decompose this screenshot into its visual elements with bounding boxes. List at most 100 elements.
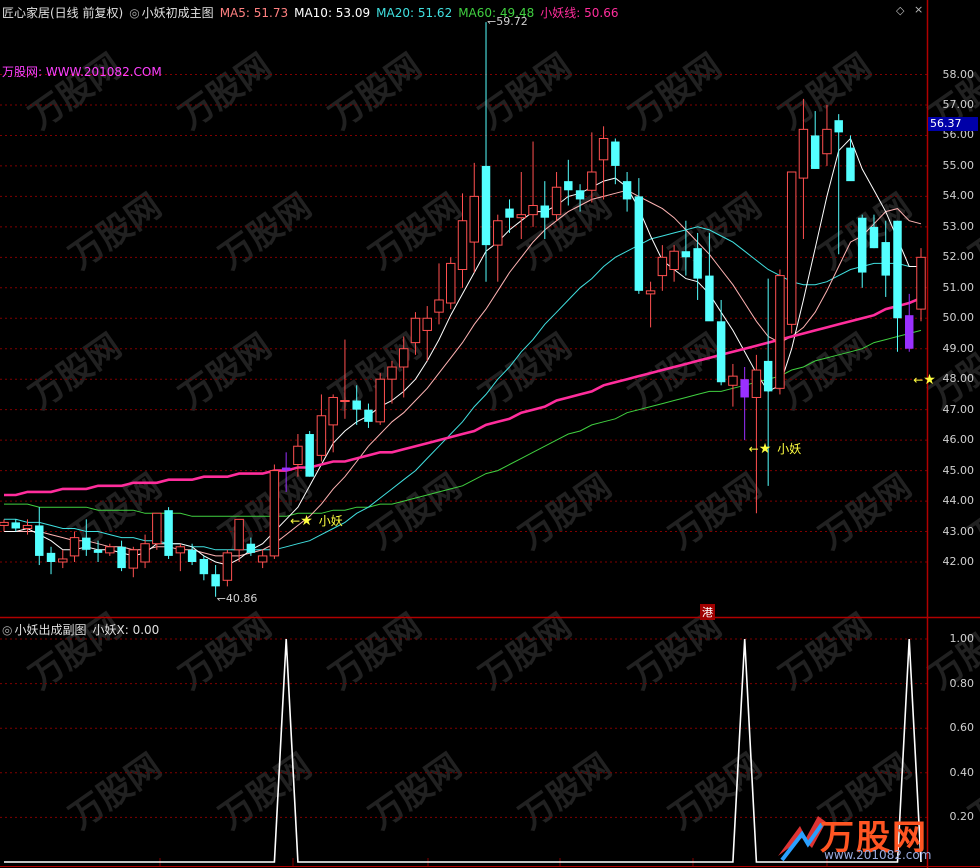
candle-body (611, 141, 620, 166)
candle-body (740, 379, 749, 398)
candle-body (551, 186, 562, 216)
candle-body (11, 522, 20, 529)
candle-body (469, 195, 479, 243)
candle-body (846, 147, 855, 182)
candle-body (669, 250, 679, 270)
candle-body (234, 518, 244, 551)
circle-icon[interactable]: ◎ (2, 623, 12, 637)
hk-marker: 港 (700, 604, 715, 620)
candle-body (516, 214, 527, 219)
candle-body (340, 400, 350, 403)
price-axis-label: 44.00 (942, 494, 975, 508)
signal-label: ←★ 小妖 (290, 512, 343, 529)
price-axis-label: 43.00 (942, 524, 975, 538)
sub-axis-label: 0.40 (949, 765, 975, 779)
price-axis-label: 50.00 (942, 311, 975, 325)
price-axis-label: 46.00 (942, 433, 975, 447)
price-axis-label: 47.00 (942, 402, 975, 416)
candle-body (728, 375, 738, 386)
candle-body (810, 135, 820, 169)
candle-body (305, 434, 314, 477)
candle-body (375, 378, 385, 423)
ma20-value: MA20: 51.62 (376, 6, 453, 20)
candle-body (22, 524, 33, 529)
candle-body (352, 400, 361, 410)
candle-body (281, 467, 291, 471)
candle-body (657, 256, 668, 277)
candle-body (681, 251, 691, 258)
candle-body (128, 549, 139, 569)
yao-line-value: 小妖线: 50.66 (540, 6, 619, 20)
candle-body (199, 558, 209, 575)
candle-body (246, 543, 256, 553)
candle-body (857, 217, 867, 273)
high-price-label: ↽59.72 (487, 15, 528, 29)
candle-body (693, 248, 702, 279)
candle-body (187, 549, 197, 562)
candle (164, 507, 173, 559)
candle-body (916, 256, 926, 310)
low-price-label: ↽40.86 (216, 591, 258, 605)
sub-axis-label: 1.00 (949, 632, 975, 645)
candle-body (46, 552, 56, 562)
candle-body (564, 181, 573, 191)
signal-label-text: 小妖 (777, 442, 802, 457)
sub-header: ◎ 小妖出成副图 小妖X: 0.00 (2, 621, 165, 638)
ma10-value: MA10: 53.09 (294, 6, 371, 20)
candle-body (634, 196, 644, 291)
candle-body (446, 262, 456, 304)
price-axis-label: 53.00 (942, 219, 975, 233)
signal-label: ←★ 小妖 (748, 441, 802, 458)
candle-body (905, 315, 914, 349)
diamond-icon[interactable]: ◇ (896, 4, 904, 17)
price-axis-label: 55.00 (942, 158, 975, 172)
candle-body (364, 409, 373, 422)
sub-axis-label: 0.60 (949, 721, 975, 735)
candle-body (575, 190, 585, 200)
candle-body (257, 555, 268, 563)
candle-body (175, 546, 186, 554)
circle-icon[interactable]: ◎ (129, 6, 139, 20)
candle-body (540, 205, 550, 218)
candle-body (0, 521, 9, 526)
price-axis-label: 51.00 (942, 280, 975, 294)
candle-body (434, 299, 444, 313)
signal-label-text: 小妖 (318, 513, 343, 528)
current-price-tag: 56.37 (928, 117, 978, 132)
candle-body (422, 317, 432, 331)
price-axis-label: 49.00 (942, 341, 975, 355)
sub-axis-label: 0.80 (949, 676, 975, 690)
price-axis-label: 58.00 (942, 67, 975, 81)
logo-url: www.201082.com (824, 848, 932, 862)
candle-body (622, 181, 632, 200)
indicator-name[interactable]: 小妖初成主图 (142, 6, 214, 20)
ma5-value: MA5: 51.73 (219, 6, 289, 20)
candle-body (410, 317, 421, 344)
sub-indicator-name[interactable]: 小妖出成副图 (14, 623, 86, 637)
candle-body (751, 369, 762, 398)
candle-body (164, 510, 173, 556)
candle-body (387, 366, 397, 380)
candle-body (117, 546, 126, 569)
candle-body (505, 208, 514, 218)
candle-body (822, 128, 832, 155)
site-text: 万股网: WWW.201082.COM (2, 65, 162, 79)
sub-indicator-value: 小妖X: 0.00 (92, 623, 160, 637)
candle-body (328, 396, 338, 426)
stock-title[interactable]: 匠心家居(日线 前复权) (2, 6, 123, 20)
price-axis-label: 45.00 (942, 463, 975, 477)
candle-body (211, 574, 220, 587)
candle (446, 257, 456, 310)
candle (775, 269, 785, 395)
close-icon[interactable]: × (914, 3, 923, 16)
candle-body (798, 128, 809, 179)
candle-body (152, 512, 162, 545)
candle-body (222, 552, 233, 581)
candle-body (269, 470, 280, 557)
stock-chart[interactable]: 万股网 万股网 万股网 万股网 万股网 万股网 万股网万股网 万股网 万股网 万股网 万股网万股网万… (0, 0, 980, 868)
candle-body (35, 525, 44, 556)
candle-body (598, 137, 609, 161)
price-axis-label: 42.00 (942, 555, 975, 568)
brand-logo: 万股网 www.201082.com (772, 808, 972, 864)
candle-body (69, 537, 80, 557)
